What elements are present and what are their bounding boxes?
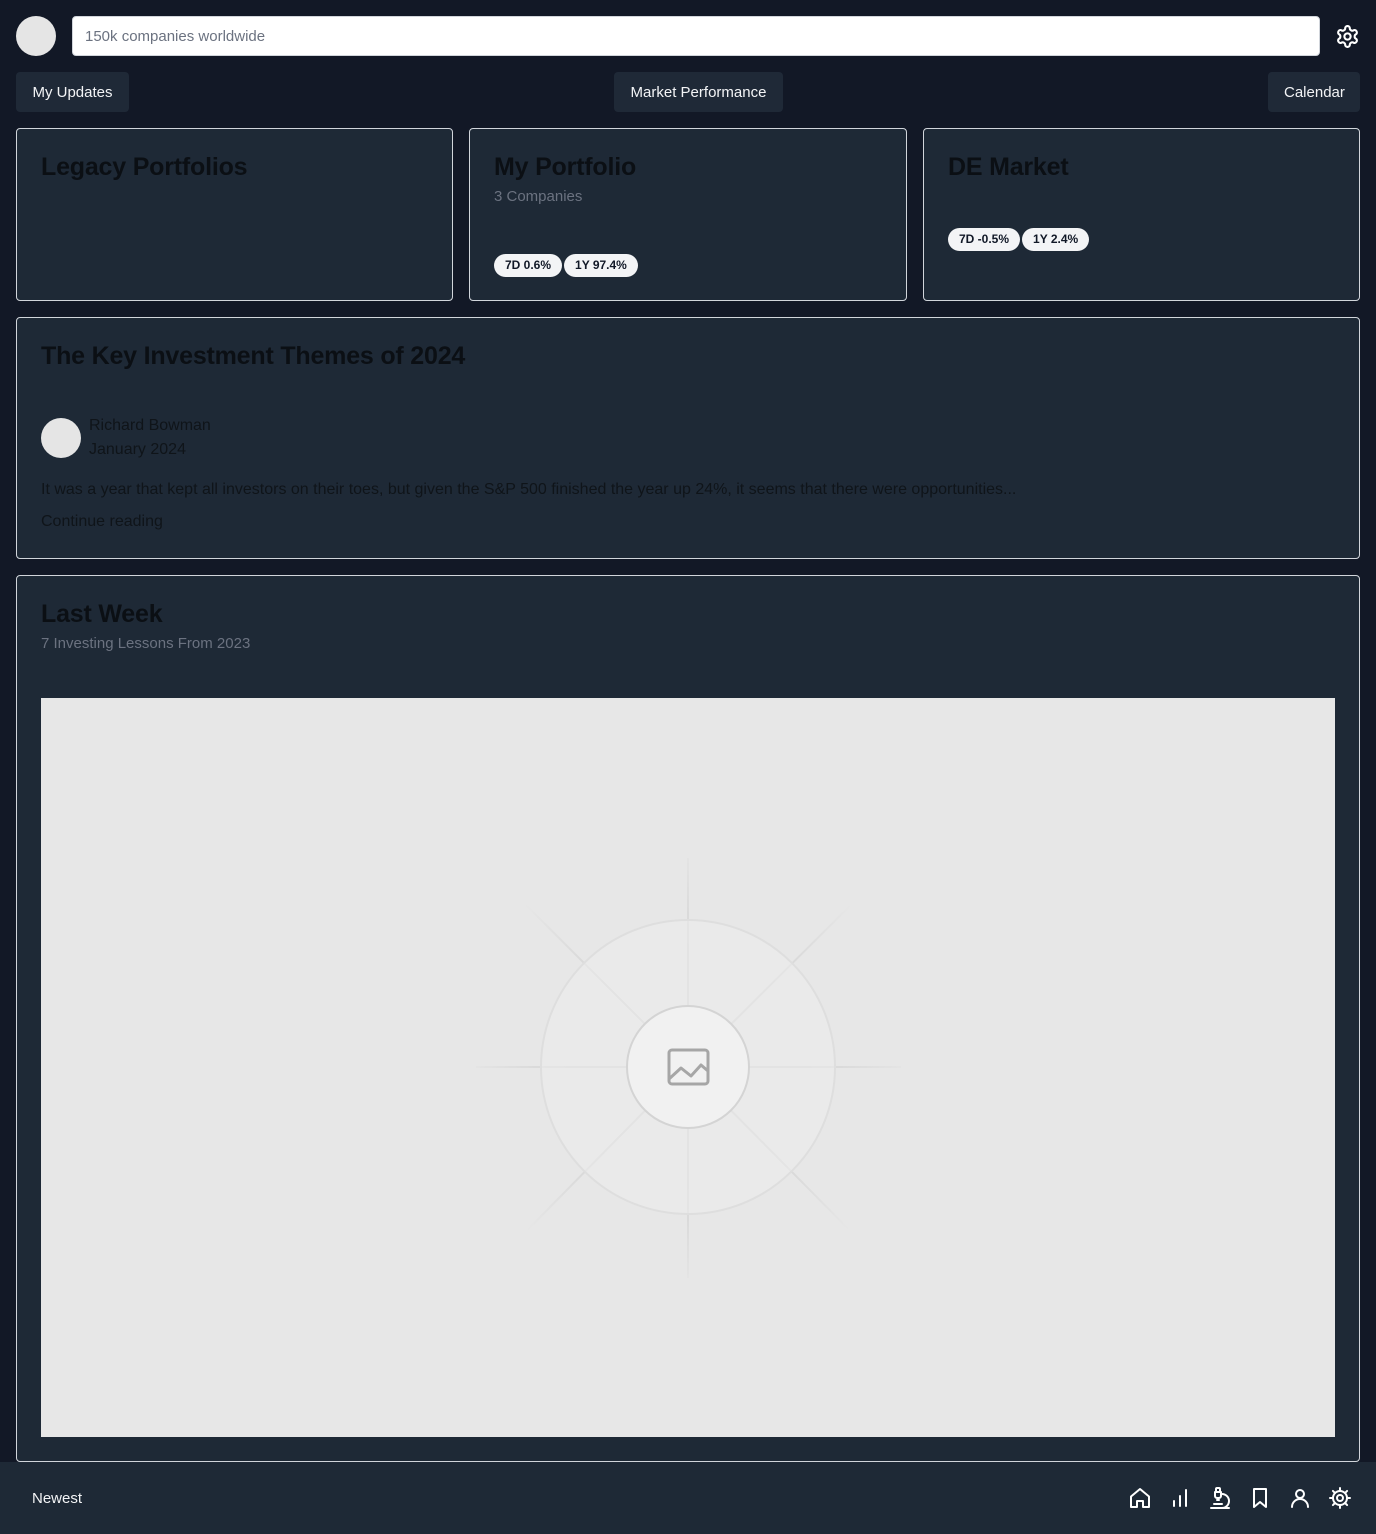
card-title: DE Market (948, 153, 1069, 181)
de-market-card[interactable]: DE Market 7D -0.5% 1Y 2.4% (923, 128, 1360, 301)
company-count: 3 Companies (494, 188, 583, 205)
pill-1y: 1Y 2.4% (1022, 228, 1090, 251)
article-image (41, 698, 1335, 1437)
home-icon[interactable] (1128, 1486, 1152, 1510)
user-icon[interactable] (1288, 1486, 1312, 1510)
article-date: January 2024 (89, 441, 186, 458)
article-card[interactable]: The Key Investment Themes of 2024 Richar… (16, 317, 1360, 559)
top-bar (16, 16, 1360, 56)
pill-1y: 1Y 97.4% (564, 254, 638, 277)
legacy-portfolios-card[interactable]: Legacy Portfolios (16, 128, 453, 301)
author-name: Richard Bowman (89, 417, 211, 434)
microscope-icon[interactable] (1208, 1486, 1232, 1510)
performance-pills: 7D -0.5% 1Y 2.4% (948, 228, 1090, 251)
bar-chart-icon[interactable] (1168, 1486, 1192, 1510)
bottom-navigation: Newest (0, 1462, 1376, 1534)
card-title: My Portfolio (494, 153, 637, 181)
pill-7d: 7D 0.6% (494, 254, 563, 277)
sort-newest-button[interactable]: Newest (16, 1478, 98, 1518)
section-subtitle: 7 Investing Lessons From 2023 (41, 635, 251, 652)
bookmark-icon[interactable] (1248, 1486, 1272, 1510)
gear-icon[interactable] (1335, 24, 1360, 49)
avatar[interactable] (16, 16, 56, 56)
article-title: The Key Investment Themes of 2024 (41, 342, 466, 370)
performance-pills: 7D 0.6% 1Y 97.4% (494, 254, 638, 277)
image-placeholder-icon (476, 858, 901, 1278)
settings-icon[interactable] (1328, 1486, 1352, 1510)
tab-calendar[interactable]: Calendar (1268, 72, 1360, 112)
pill-7d: 7D -0.5% (948, 228, 1021, 251)
continue-reading-link[interactable]: Continue reading (41, 513, 163, 531)
article-excerpt: It was a year that kept all investors on… (41, 481, 1017, 498)
author-avatar (41, 418, 81, 458)
section-title: Last Week (41, 600, 163, 628)
search-input[interactable] (72, 16, 1320, 56)
tab-market-performance[interactable]: Market Performance (614, 72, 783, 112)
last-week-card[interactable]: Last Week 7 Investing Lessons From 2023 (16, 575, 1360, 1462)
my-portfolio-card[interactable]: My Portfolio 3 Companies 7D 0.6% 1Y 97.4… (469, 128, 907, 301)
card-title: Legacy Portfolios (41, 153, 248, 181)
tab-my-updates[interactable]: My Updates (16, 72, 129, 112)
